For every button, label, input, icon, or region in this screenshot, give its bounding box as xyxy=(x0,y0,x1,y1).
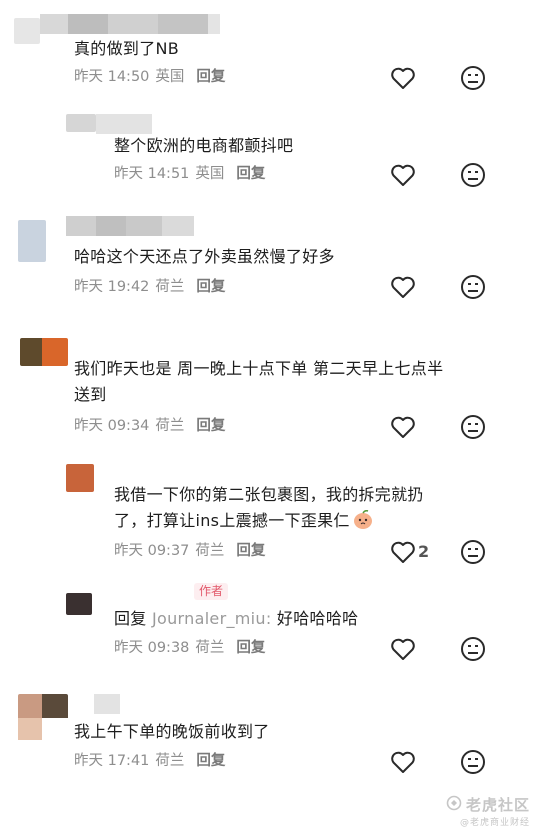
dislike-face-icon[interactable] xyxy=(460,65,486,91)
reply-link[interactable]: 回复 xyxy=(236,166,265,182)
like-heart-icon[interactable] xyxy=(390,637,416,661)
like-heart-icon[interactable] xyxy=(390,163,416,187)
comment-text: 回复 Journaler_miu: 好哈哈哈哈 xyxy=(114,606,358,632)
comment-time: 昨天 14:50 xyxy=(74,69,150,85)
comment-text-line: 我借一下你的第二张包裹图，我的拆完就扔 xyxy=(114,485,424,504)
avatar[interactable] xyxy=(66,464,94,492)
reply-link[interactable]: 回复 xyxy=(196,279,225,295)
avatar[interactable] xyxy=(66,593,92,615)
comment-time: 昨天 19:42 xyxy=(74,279,150,295)
avatar[interactable] xyxy=(20,338,68,366)
comment-location: 荷兰 xyxy=(195,640,225,656)
avatar[interactable] xyxy=(66,114,96,132)
reply-prefix: 回复 xyxy=(114,609,147,628)
author-badge: 作者 xyxy=(194,583,229,600)
dislike-face-icon[interactable] xyxy=(460,162,486,188)
comment-time: 昨天 09:38 xyxy=(114,640,190,656)
tiger-logo-icon xyxy=(446,795,462,815)
like-heart-icon[interactable] xyxy=(390,275,416,299)
comment-text-line: 了，打算让ins上震撼一下歪果仁 xyxy=(114,511,350,530)
dislike-face-icon[interactable] xyxy=(460,414,486,440)
watermark-subtitle: @老虎商业财经 xyxy=(459,818,530,828)
like-count: 2 xyxy=(418,542,430,561)
comment-text: 我上午下单的晚饭前收到了 xyxy=(74,722,270,741)
comment-time: 昨天 14:51 xyxy=(114,166,190,182)
reply-link[interactable]: 回复 xyxy=(236,640,265,656)
comment-text-body: 好哈哈哈哈 xyxy=(276,609,359,628)
dislike-face-icon[interactable] xyxy=(460,749,486,775)
like-heart-icon[interactable] xyxy=(390,415,416,439)
reply-link[interactable]: 回复 xyxy=(236,543,265,559)
peach-face-emoji xyxy=(352,509,374,538)
comment-meta: 昨天 09:37 荷兰 回复 xyxy=(114,541,271,561)
comment-text-line: 我们昨天也是 周一晚上十点下单 第二天早上七点半 xyxy=(74,359,444,378)
dislike-face-icon[interactable] xyxy=(460,274,486,300)
comment-location: 英国 xyxy=(195,166,225,182)
dislike-face-icon[interactable] xyxy=(460,636,486,662)
mention-username[interactable]: Journaler_miu: xyxy=(152,609,272,628)
avatar[interactable] xyxy=(14,18,40,44)
comment-location: 英国 xyxy=(155,69,185,85)
comment-location: 荷兰 xyxy=(195,543,225,559)
username-blurred xyxy=(94,694,120,714)
comment-text: 哈哈这个天还点了外卖虽然慢了好多 xyxy=(74,247,335,266)
comment-time: 昨天 09:37 xyxy=(114,543,190,559)
comment-text: 整个欧洲的电商都颤抖吧 xyxy=(114,136,294,155)
comment-meta: 昨天 09:38 荷兰 回复 xyxy=(114,638,271,658)
reply-link[interactable]: 回复 xyxy=(196,69,225,85)
reply-link[interactable]: 回复 xyxy=(196,753,225,769)
comment-text: 我借一下你的第二张包裹图，我的拆完就扔 了，打算让ins上震撼一下歪果仁 xyxy=(114,482,514,538)
comment-location: 荷兰 xyxy=(155,279,185,295)
like-heart-icon[interactable] xyxy=(390,66,416,90)
comment-meta: 昨天 17:41 荷兰 回复 xyxy=(74,751,231,771)
avatar[interactable] xyxy=(18,220,46,262)
like-heart-icon[interactable] xyxy=(390,540,416,564)
username-blurred xyxy=(96,114,152,134)
comment-time: 昨天 09:34 xyxy=(74,418,150,434)
dislike-face-icon[interactable] xyxy=(460,539,486,565)
username-blurred xyxy=(66,216,194,236)
watermark-title: 老虎社区 xyxy=(465,795,530,814)
comment-meta: 昨天 19:42 荷兰 回复 xyxy=(74,277,231,297)
reply-link[interactable]: 回复 xyxy=(196,418,225,434)
username-blurred xyxy=(40,14,220,34)
comment-meta: 昨天 14:50 英国 回复 xyxy=(74,67,231,87)
comment-meta: 昨天 09:34 荷兰 回复 xyxy=(74,416,231,436)
comment-text: 真的做到了NB xyxy=(74,39,180,58)
avatar[interactable] xyxy=(18,694,68,744)
comment-meta: 昨天 14:51 英国 回复 xyxy=(114,164,271,184)
comment-text-line: 送到 xyxy=(74,385,107,404)
watermark: 老虎社区 @老虎商业财经 xyxy=(446,794,530,828)
comment-time: 昨天 17:41 xyxy=(74,753,150,769)
comment-text: 我们昨天也是 周一晚上十点下单 第二天早上七点半 送到 xyxy=(74,356,514,408)
comment-location: 荷兰 xyxy=(155,753,185,769)
comment-location: 荷兰 xyxy=(155,418,185,434)
like-heart-icon[interactable] xyxy=(390,750,416,774)
